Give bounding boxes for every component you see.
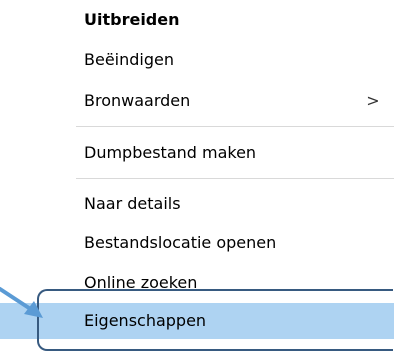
menu-item-beeindigen[interactable]: Beëindigen (0, 42, 394, 78)
menu-separator (76, 126, 394, 127)
menu-item-bestandslocatie-openen[interactable]: Bestandslocatie openen (0, 225, 394, 261)
menu-item-online-zoeken[interactable]: Online zoeken (0, 265, 394, 301)
menu-item-label: Bestandslocatie openen (84, 233, 277, 252)
menu-item-label: Eigenschappen (84, 311, 207, 330)
menu-item-label: Bronwaarden (84, 91, 191, 110)
menu-item-label: Online zoeken (84, 273, 198, 292)
menu-item-label: Naar details (84, 194, 181, 213)
context-menu: Uitbreiden Beëindigen Bronwaarden > Dump… (0, 0, 394, 355)
menu-item-label: Uitbreiden (84, 10, 180, 29)
menu-item-label: Dumpbestand maken (84, 143, 257, 162)
menu-item-dumpbestand-maken[interactable]: Dumpbestand maken (0, 135, 394, 171)
menu-item-label: Beëindigen (84, 50, 174, 69)
menu-item-eigenschappen[interactable]: Eigenschappen (0, 303, 394, 339)
menu-item-bronwaarden[interactable]: Bronwaarden > (0, 83, 394, 119)
menu-separator (76, 178, 394, 179)
menu-item-naar-details[interactable]: Naar details (0, 186, 394, 222)
menu-item-uitbreiden[interactable]: Uitbreiden (0, 2, 394, 38)
chevron-right-icon: > (366, 91, 380, 110)
